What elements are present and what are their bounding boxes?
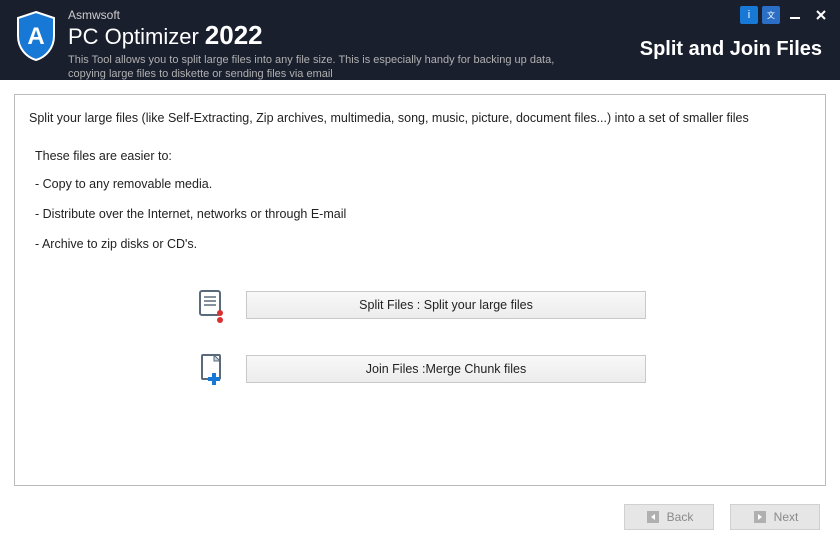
split-files-button[interactable]: Split Files : Split your large files: [246, 291, 646, 319]
info-icon[interactable]: i: [740, 6, 758, 24]
subhead-text: These files are easier to:: [35, 149, 811, 163]
content-area: Split your large files (like Self-Extrac…: [0, 80, 840, 500]
minimize-button[interactable]: [784, 6, 806, 24]
svg-text:文: 文: [767, 10, 775, 20]
language-icon[interactable]: 文: [762, 6, 780, 24]
join-file-icon: [194, 351, 230, 387]
back-button[interactable]: Back: [624, 504, 714, 530]
intro-text: Split your large files (like Self-Extrac…: [29, 111, 811, 125]
back-label: Back: [667, 510, 694, 524]
app-description: This Tool allows you to split large file…: [68, 53, 588, 82]
app-logo-icon: A: [14, 10, 58, 62]
close-button[interactable]: [810, 6, 832, 24]
main-panel: Split your large files (like Self-Extrac…: [14, 94, 826, 486]
back-arrow-icon: [645, 509, 661, 525]
next-button[interactable]: Next: [730, 504, 820, 530]
app-year: 2022: [205, 20, 263, 51]
join-files-button[interactable]: Join Files :Merge Chunk files: [246, 355, 646, 383]
footer: Back Next: [0, 500, 840, 530]
title-bar: A Asmwsoft PC Optimizer 2022 This Tool a…: [0, 0, 840, 80]
svg-text:A: A: [27, 23, 44, 50]
bullet-item: - Distribute over the Internet, networks…: [35, 207, 811, 221]
split-file-icon: [194, 287, 230, 323]
bullet-item: - Copy to any removable media.: [35, 177, 811, 191]
next-arrow-icon: [752, 509, 768, 525]
feature-title: Split and Join Files: [640, 38, 822, 61]
app-name: PC Optimizer: [68, 24, 199, 50]
bullet-item: - Archive to zip disks or CD's.: [35, 237, 811, 251]
next-label: Next: [774, 510, 799, 524]
